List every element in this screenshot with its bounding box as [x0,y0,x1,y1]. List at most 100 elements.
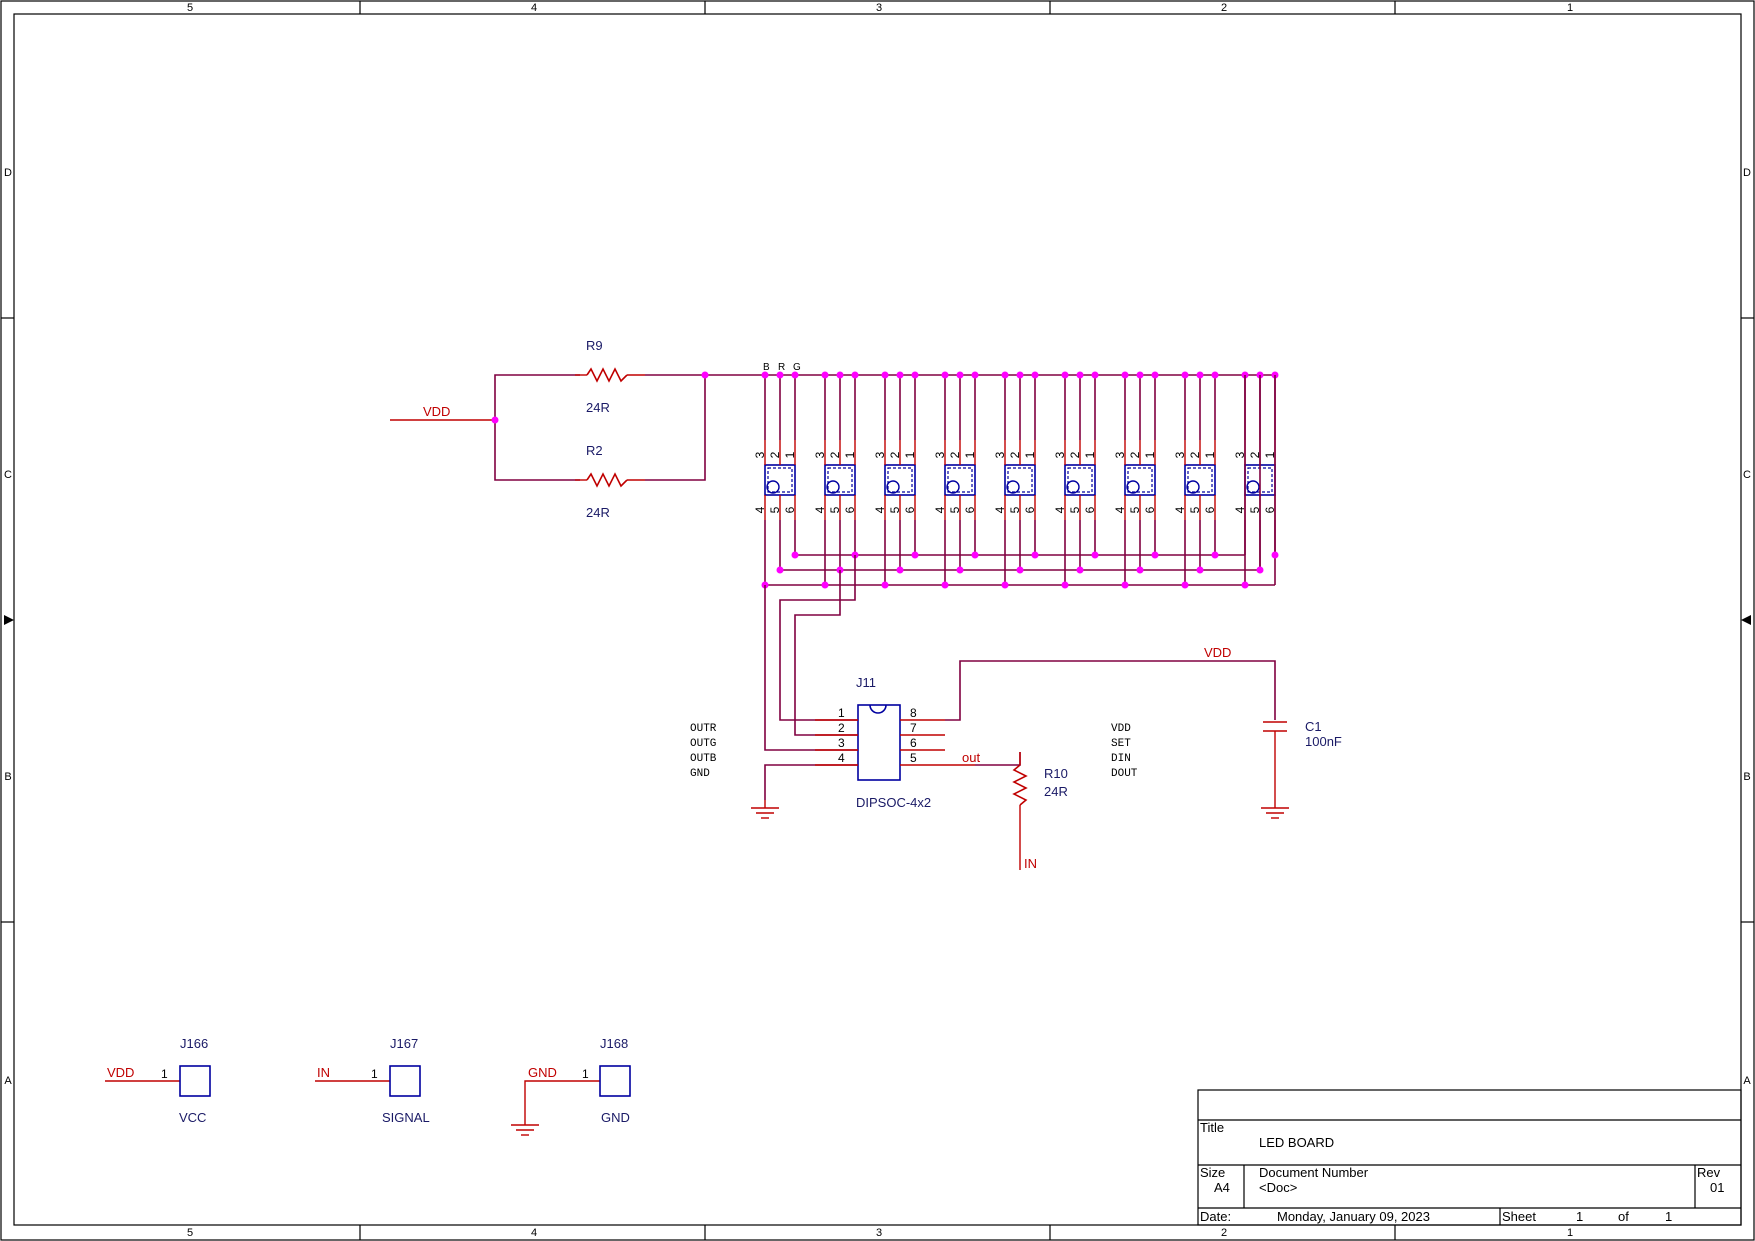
wire[interactable] [494,420,580,481]
wire[interactable] [645,375,706,481]
zone-col-bottom: 5 [187,1227,193,1239]
rgb-led[interactable]: 3 2 14 5 6 [933,371,979,586]
ref-r10: R10 [1044,766,1068,781]
led-pin-number: 5 [828,506,842,513]
wire[interactable] [794,570,858,736]
wire[interactable] [975,752,1021,766]
junction-dot [911,371,919,379]
junction-dot [1136,371,1144,379]
rgb-led[interactable]: 3 2 14 5 6 [993,371,1039,586]
led-pin-number: 2 [1188,451,1202,458]
rev-label: Rev [1697,1165,1721,1180]
net-label-vdd: VDD [107,1065,134,1080]
led-pin-number: 1 [1203,451,1217,458]
rgb-led[interactable]: 3 2 14 5 6 [1233,371,1279,586]
led-body[interactable] [824,464,856,496]
junction-dot [1001,371,1009,379]
connector-j168[interactable]: GND 1 J168 GND [511,1036,631,1136]
signal-label: OUTR [690,723,717,735]
zone-col-top: 4 [531,2,537,14]
junction-dot [1121,371,1129,379]
led-pin-number: 3 [1113,451,1127,458]
led-pin-number: 3 [1173,451,1187,458]
junction-dot [971,551,979,559]
connector-j166[interactable]: VDD 1 J166 VCC [105,1036,211,1125]
zone-col-bottom: 4 [531,1227,537,1239]
junction-dot [821,371,829,379]
led-body[interactable] [944,464,976,496]
ic-pin-number: 7 [910,721,917,735]
rgb-led[interactable]: 3 2 14 5 6 [1113,371,1159,586]
signal-label: DIN [1111,753,1131,765]
connector-body[interactable] [179,1065,211,1097]
title-value: LED BOARD [1259,1135,1334,1150]
ic-pin-number: 8 [910,706,917,720]
value-r9: 24R [586,400,610,415]
ref-j168: J168 [600,1036,628,1051]
doc-number-value: <Doc> [1259,1180,1297,1195]
led-pin-number: 6 [1203,506,1217,513]
junction-dot [896,371,904,379]
junction-dot [1196,371,1204,379]
ic-signal-legend-left: OUTR OUTG OUTB GND [690,723,717,780]
resistor-r10[interactable] [1012,764,1028,806]
rgb-led[interactable]: 3 2 14 5 6 [813,371,859,586]
sheet-label: Sheet [1502,1209,1536,1224]
zone-labels: 5 4 3 2 1 5 4 3 2 1 D C B A D C B A [4,2,1751,1239]
ref-j11: J11 [856,675,876,690]
led-inner-outline [827,467,853,493]
connector-body[interactable] [599,1065,631,1097]
led-body[interactable] [1064,464,1096,496]
led-body[interactable] [764,464,796,496]
junction-dot [1031,551,1039,559]
led-body[interactable] [1124,464,1156,496]
ground-symbol [1261,807,1289,819]
junction-dot [776,566,784,574]
wire[interactable] [494,374,580,420]
ic-pin-number: 6 [910,736,917,750]
ic-notch [869,704,887,714]
led-pin-number: 2 [1008,451,1022,458]
value-j168: GND [601,1110,630,1125]
connector-pin-number: 1 [371,1067,378,1081]
zone-col-bottom: 1 [1567,1227,1573,1239]
rgb-led[interactable]: 3 2 14 5 6 [1053,371,1099,586]
signal-label: OUTG [690,738,716,750]
wire[interactable] [524,1080,600,1125]
ic-j11[interactable]: 1 2 3 4 8 7 6 5 J11 DIPSOC-4x2 out [815,675,980,810]
zone-col-bottom: 2 [1221,1227,1227,1239]
zone-row-left: C [4,469,12,481]
led-body[interactable] [1004,464,1036,496]
wire[interactable] [779,555,858,721]
led-inner-outline [1127,467,1153,493]
led-body[interactable] [884,464,916,496]
junction-dot [881,581,889,589]
junction-dot [1031,371,1039,379]
junction-dot [701,371,709,379]
ref-r9: R9 [586,338,603,353]
wire[interactable] [764,764,858,800]
zone-row-right: B [1743,771,1750,783]
led-inner-outline [887,467,913,493]
led-channel-label: R [778,362,785,373]
led-body[interactable] [1184,464,1216,496]
of-value: 1 [1665,1209,1672,1224]
connector-j167[interactable]: IN 1 J167 SIGNAL [315,1036,430,1125]
resistor-r9[interactable] [586,367,628,383]
junction-dot [1136,566,1144,574]
led-pin-number: 3 [1053,451,1067,458]
rgb-led[interactable]: 3 2 14 5 6 [1173,371,1219,586]
junction-dot [956,566,964,574]
junction-dot [1196,566,1204,574]
led-pin-number: 4 [933,506,947,513]
wire[interactable] [945,660,1276,721]
led-inner-outline [767,467,793,493]
junction-dot [1151,371,1159,379]
rgb-led[interactable]: 3 2 14 5 6 [873,371,919,586]
led-pin-number: 6 [1023,506,1037,513]
ic-body[interactable] [857,704,901,781]
connector-body[interactable] [389,1065,421,1097]
resistor-r2[interactable] [586,472,628,488]
size-value: A4 [1214,1180,1230,1195]
rgb-led[interactable]: 3 2 14 5 6 [753,371,799,586]
